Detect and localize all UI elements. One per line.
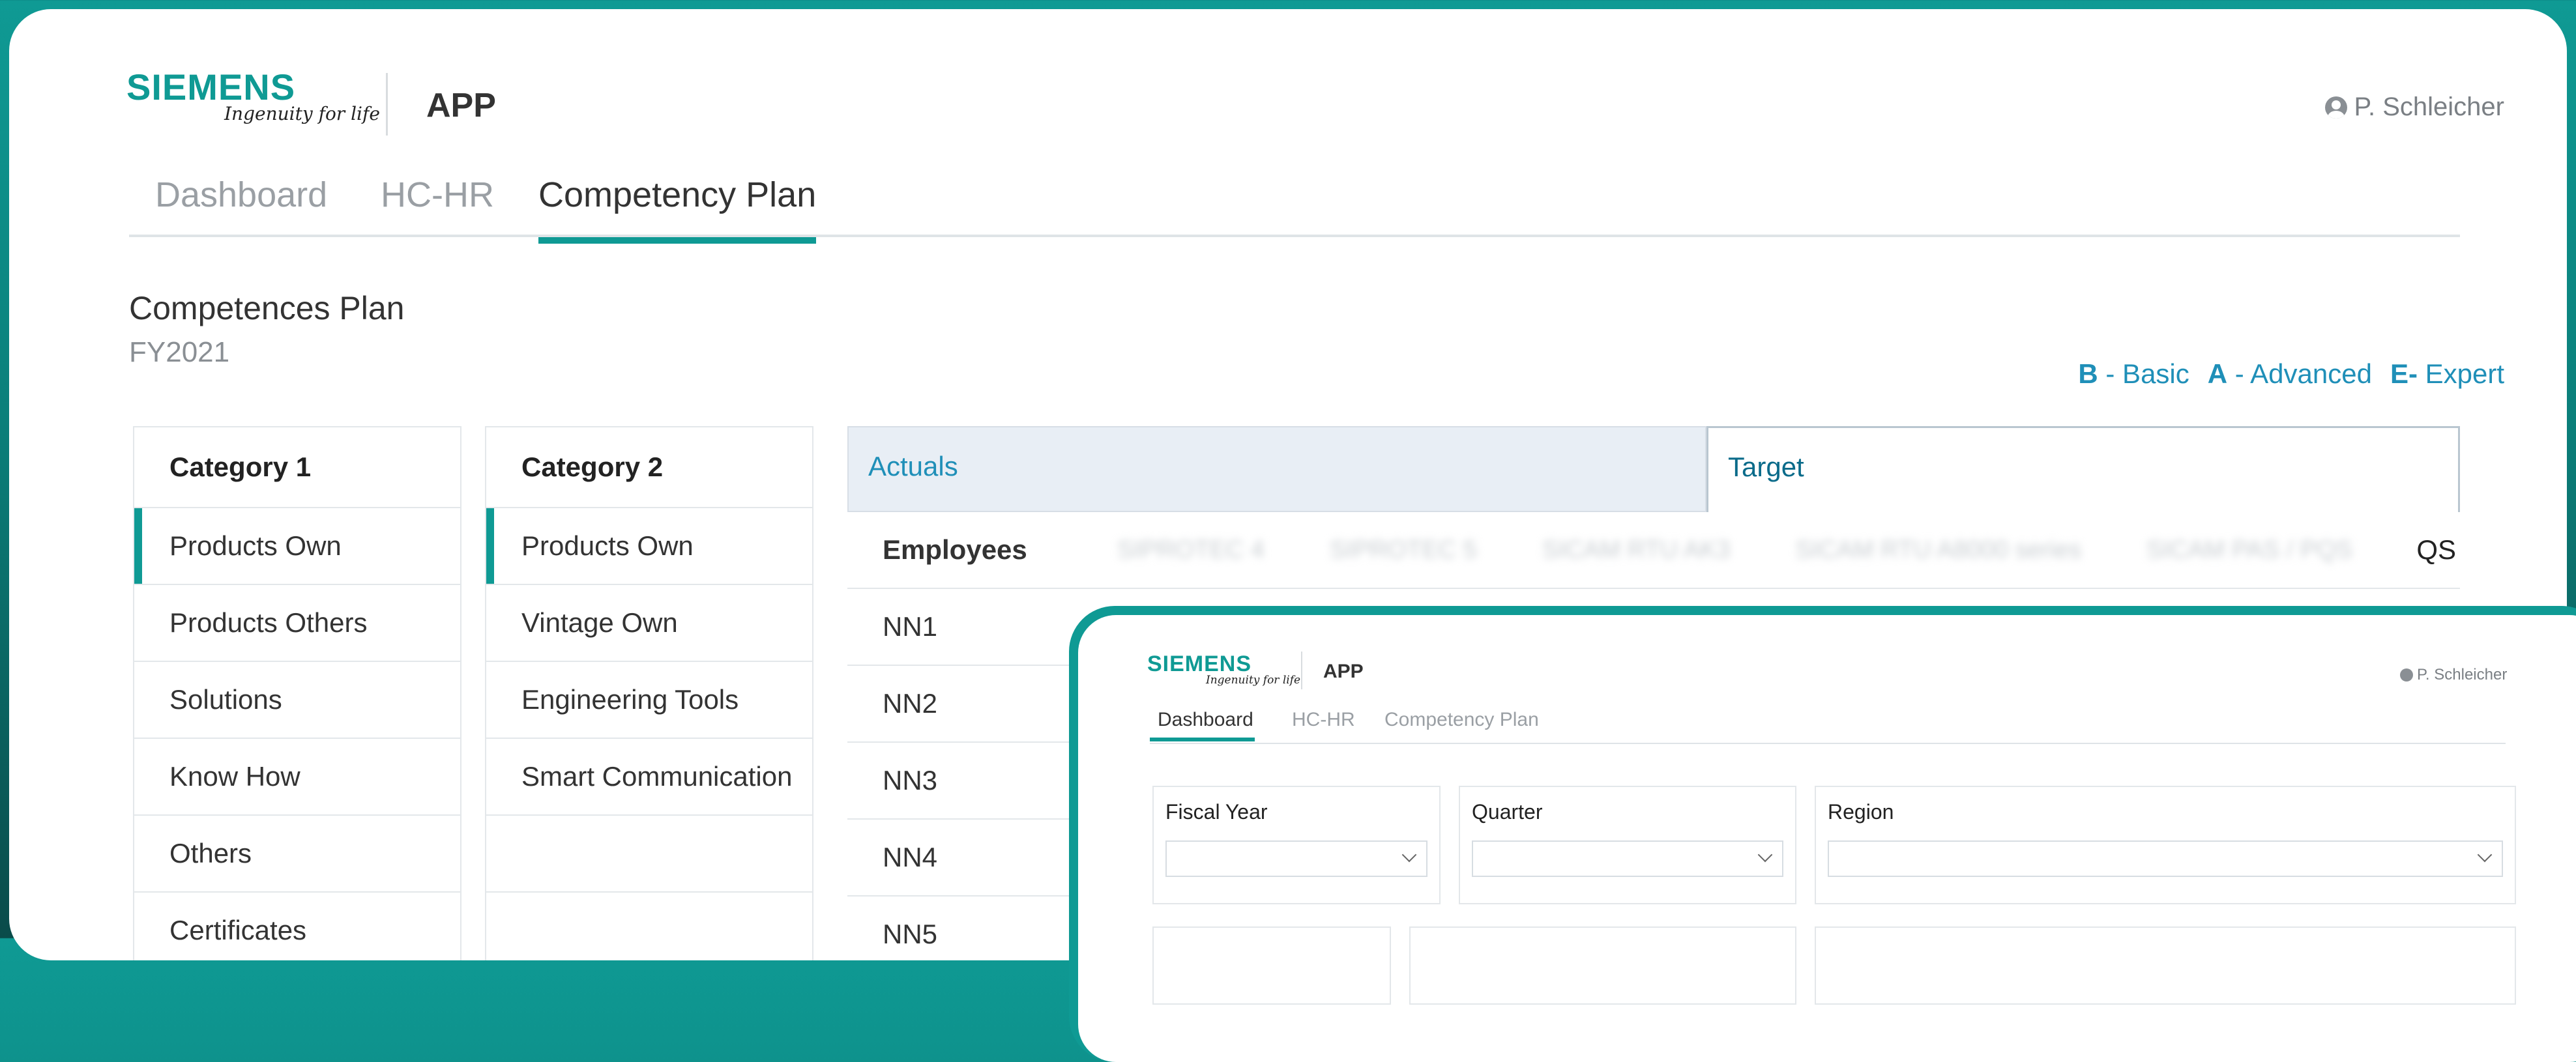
preview-tab-dashboard-label: Dashboard [1158,709,1253,730]
category-2-header: Category 2 [486,427,812,508]
category-1-item[interactable]: Know How [134,739,460,816]
preview-tab-dashboard[interactable]: Dashboard [1150,709,1255,741]
preview-header-divider [1301,652,1302,689]
category-1-header: Category 1 [134,427,460,508]
category-2-item[interactable]: Smart Communication [486,739,812,816]
grid-header-row: Employees SIPROTEC 4 SIPROTEC 5 SICAM RT… [847,512,2460,589]
column-header-blurred: SIPROTEC 4 [1117,536,1265,564]
user-name: P. Schleicher [2354,93,2504,121]
app-title: APP [426,87,496,124]
preview-user-name: P. Schleicher [2417,666,2508,683]
preview-active-tab-indicator [1150,738,1255,741]
dashboard-preview-card: SIEMENS Ingenuity for life APP P. Schlei… [1069,606,2576,1062]
region-select[interactable] [1828,840,2503,877]
quarter-select[interactable] [1472,840,1783,877]
preview-tab-competency-plan[interactable]: Competency Plan [1384,709,1539,731]
user-avatar-icon [2325,96,2348,119]
preview-logo-tagline: Ingenuity for life [1206,674,1301,687]
siemens-logo: SIEMENS Ingenuity for life [126,66,380,125]
tab-actuals[interactable]: Actuals [847,426,1706,512]
category-2-item[interactable] [486,816,812,893]
category-1-item[interactable]: Products Own [134,508,460,585]
category-2-item[interactable]: Engineering Tools [486,662,812,739]
preview-tabs-divider [1150,743,2506,744]
category-2-item[interactable]: Vintage Own [486,585,812,662]
category-2-list: Category 2 Products Own Vintage Own Engi… [485,426,813,960]
filter-fiscal-year-label: Fiscal Year [1165,800,1268,824]
column-header-blurred: SICAM RTU A8000 series [1795,536,2082,564]
legend-expert: E- Expert [2390,358,2504,389]
chevron-down-icon [2477,847,2493,863]
category-2-item[interactable]: Products Own [486,508,812,585]
preview-siemens-logo: SIEMENS Ingenuity for life [1147,653,1300,687]
chevron-down-icon [1757,847,1773,863]
column-header-blurred: SICAM RTU AK3 [1542,536,1731,564]
preview-window: SIEMENS Ingenuity for life APP P. Schlei… [1078,615,2576,1062]
logo-tagline: Ingenuity for life [224,103,380,124]
filter-quarter-label: Quarter [1472,800,1543,824]
category-2-item[interactable] [486,893,812,960]
logo-word: SIEMENS [126,66,296,108]
header-divider [386,73,388,136]
category-1-item[interactable]: Products Others [134,585,460,662]
category-1-item[interactable]: Solutions [134,662,460,739]
filter-region-label: Region [1828,800,1894,824]
tab-target[interactable]: Target [1706,426,2460,512]
user-menu[interactable]: P. Schleicher [2325,93,2504,122]
filter-region: Region [1815,786,2516,904]
tabs-divider [129,235,2460,237]
page-title: Competences Plan [129,290,405,326]
filter-quarter: Quarter [1459,786,1796,904]
main-tabs: Dashboard HC-HR Competency Plan [129,160,2460,244]
filter-fiscal-year: Fiscal Year [1152,786,1441,904]
legend-basic: B - Basic [2078,358,2189,389]
tab-competency-plan[interactable]: Competency Plan [538,175,817,244]
column-header-blurred: SIPROTEC 5 [1329,536,1477,564]
preview-logo-word: SIEMENS [1147,652,1252,676]
fiscal-year-select[interactable] [1165,840,1427,877]
page-subtitle: FY2021 [129,336,230,368]
column-header-blurred: SICAM PAS / PQS [2146,536,2353,564]
preview-app-title: APP [1323,661,1364,682]
preview-user-avatar-icon [2400,668,2413,682]
filter-card [1815,926,2516,1005]
active-tab-indicator [538,237,817,244]
chevron-down-icon [1401,847,1417,863]
preview-user-menu[interactable]: P. Schleicher [2400,666,2507,684]
level-legend: B - Basic A - Advanced E- Expert [2078,358,2504,390]
preview-tab-hc-hr[interactable]: HC-HR [1292,709,1355,731]
column-header-tail: QS [2416,534,2456,565]
tab-dashboard[interactable]: Dashboard [155,175,327,215]
tab-hc-hr[interactable]: HC-HR [381,175,494,215]
category-1-item[interactable]: Certificates [134,893,460,960]
legend-advanced: A - Advanced [2207,358,2372,389]
tab-competency-plan-label: Competency Plan [538,175,817,214]
preview-tabs: Dashboard HC-HR Competency Plan [1150,706,2506,745]
category-1-list: Category 1 Products Own Products Others … [133,426,461,960]
column-employees: Employees [883,534,1027,565]
category-1-item[interactable]: Others [134,816,460,893]
filter-card [1152,926,1391,1005]
filter-card [1409,926,1796,1005]
